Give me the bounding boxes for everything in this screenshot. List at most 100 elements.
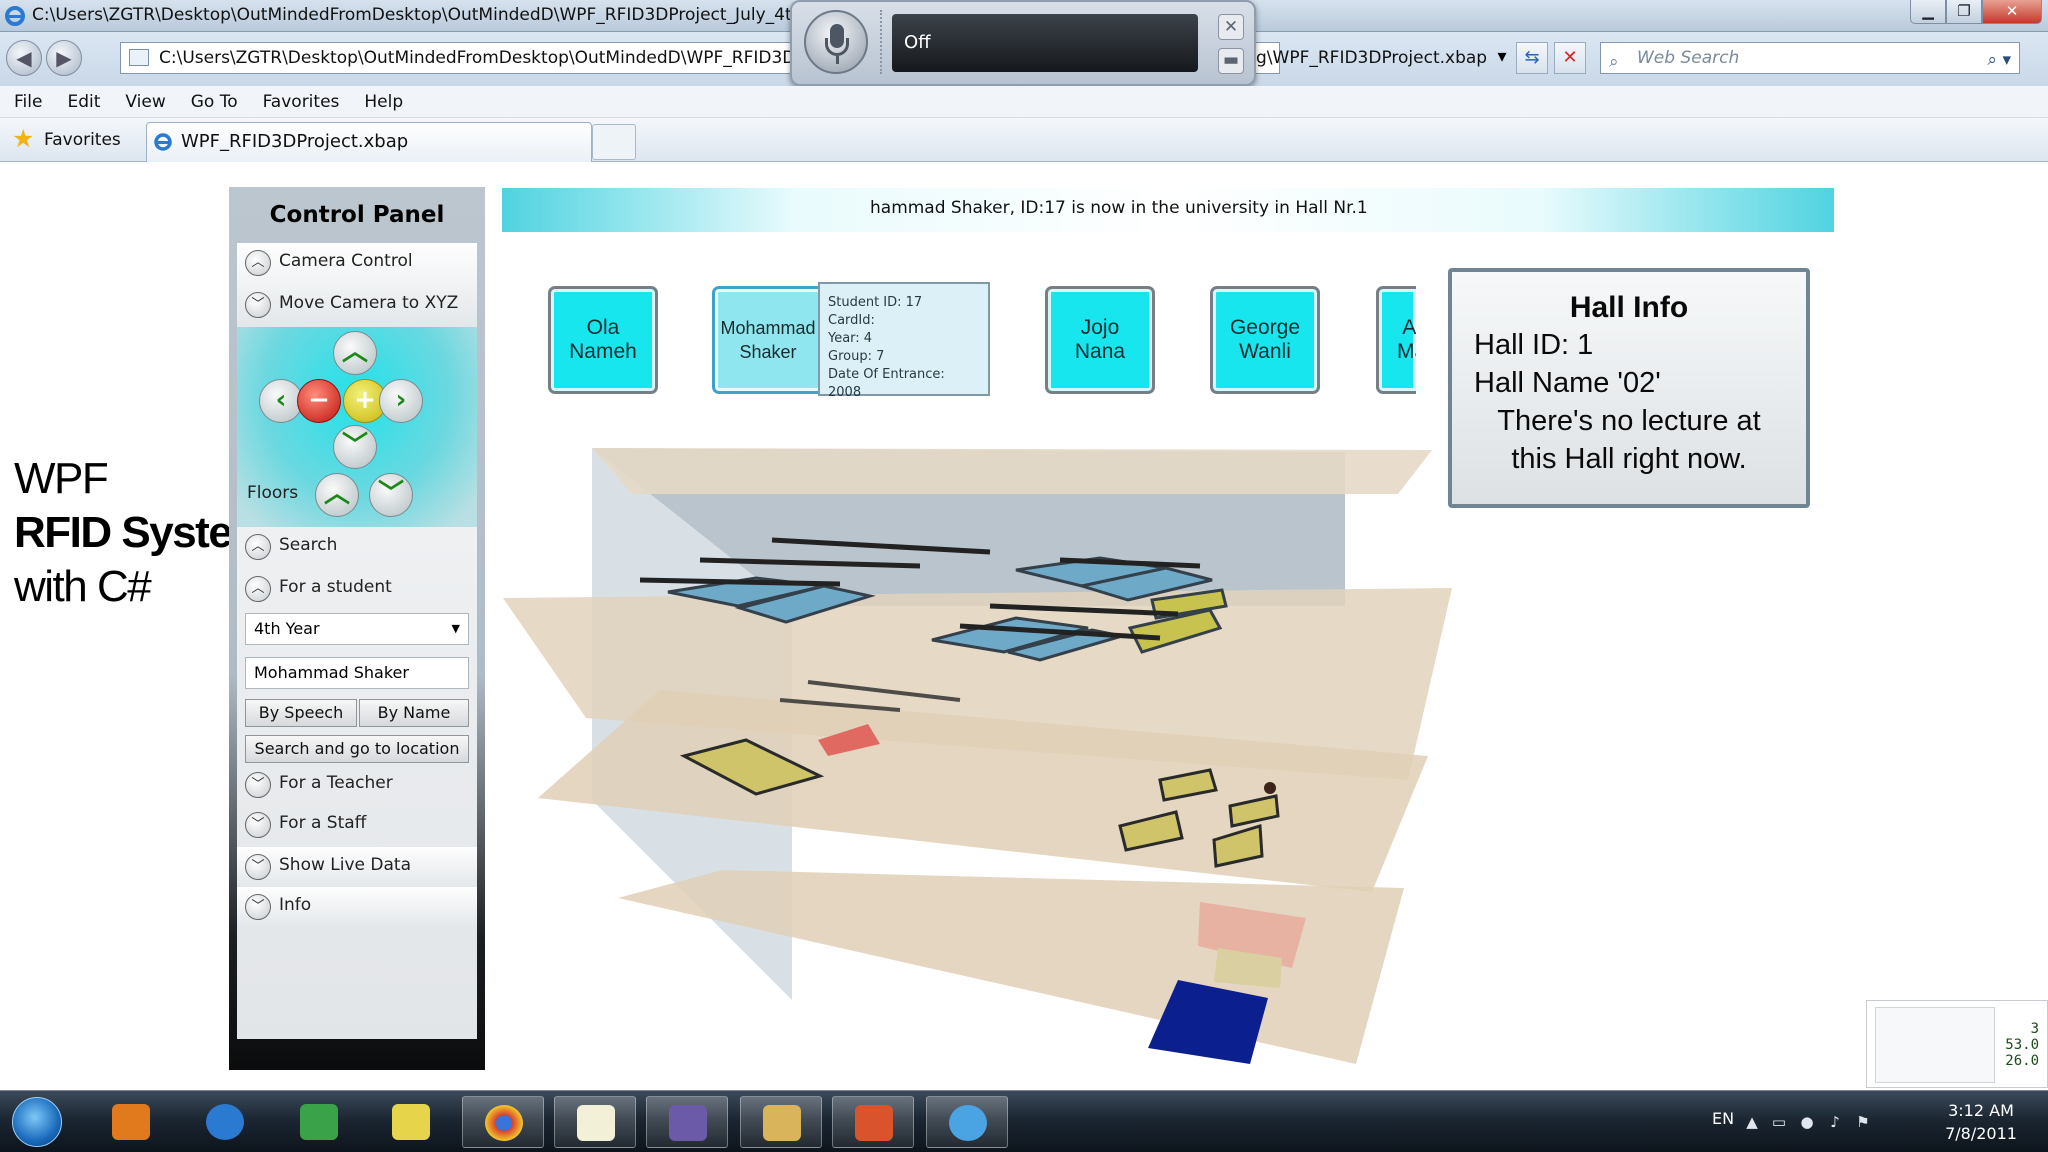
student-card-partial[interactable]: AlMa: [1376, 286, 1416, 394]
volume-icon[interactable]: ♪: [1826, 1113, 1844, 1131]
for-student-label: For a student: [279, 577, 392, 597]
chart-icon: [577, 1105, 615, 1141]
for-staff-label: For a Staff: [279, 813, 367, 833]
hall-message-1: There's no lecture at: [1497, 405, 1761, 437]
action-center-icon[interactable]: ⚑: [1854, 1113, 1872, 1131]
camera-right-button[interactable]: ›: [379, 379, 423, 423]
hall-info-title: Hall Info: [1569, 291, 1689, 324]
chevron-up-icon: ︿: [245, 534, 271, 560]
internet-explorer-taskbar-button[interactable]: [184, 1096, 266, 1148]
floor-1: [618, 870, 1404, 1064]
taskbar: EN ▲ ▭ ● ♪ ⚑ 3:12 AM 7/8/2011: [0, 1090, 2048, 1152]
internet-explorer-icon: [949, 1105, 987, 1141]
explorer-taskbar-button[interactable]: [740, 1096, 822, 1148]
internet-explorer-icon: [206, 1104, 244, 1140]
chevron-down-icon: ﹀: [245, 854, 271, 880]
clock-date: 7/8/2011: [1945, 1124, 2017, 1143]
roof-slab: [592, 448, 1432, 494]
popup-entrance: Date Of Entrance: 2008: [828, 367, 945, 400]
hall-info-panel: Hall Info Hall ID: 1 Hall Name '02' Ther…: [1448, 268, 1810, 508]
year-select[interactable]: 4th Year ▼: [245, 613, 469, 645]
chevron-down-icon: ﹀: [245, 894, 271, 920]
network-icon[interactable]: ▭: [1770, 1113, 1788, 1131]
sticky-notes-taskbar-button[interactable]: [370, 1096, 452, 1148]
language-indicator[interactable]: EN: [1712, 1109, 1734, 1128]
camera-control-header[interactable]: ︿ Camera Control: [237, 243, 477, 281]
student-name-2: Wanli: [1239, 340, 1291, 363]
camera-control-label: Camera Control: [279, 251, 413, 271]
bluetooth-icon[interactable]: ●: [1798, 1113, 1816, 1131]
hall-name: Hall Name '02': [1474, 367, 1661, 399]
hall-id: Hall ID: 1: [1474, 329, 1594, 361]
banner-text: hammad Shaker, ID:17 is now in the unive…: [870, 198, 1368, 218]
info-header[interactable]: ﹀ Info: [237, 887, 477, 925]
media-player-icon: [112, 1104, 150, 1140]
student-name-1: Mohammad: [720, 318, 816, 338]
student-card-george[interactable]: George Wanli: [1210, 286, 1320, 394]
move-camera-header[interactable]: ﹀ Move Camera to XYZ: [237, 285, 477, 323]
student-name-1: Jojo: [1080, 316, 1120, 339]
dropdown-arrow-icon: ▼: [451, 622, 460, 635]
student-name-2: Ma: [1397, 340, 1416, 363]
clock-time: 3:12 AM: [1948, 1101, 2014, 1120]
search-header[interactable]: ︿ Search: [237, 527, 477, 565]
visual-studio-taskbar-button[interactable]: [646, 1096, 728, 1148]
search-go-location-button[interactable]: Search and go to location: [245, 735, 469, 763]
screen: C:\Users\ZGTR\Desktop\OutMindedFromDeskt…: [0, 0, 2048, 1152]
floor-up-button[interactable]: ︿: [315, 473, 359, 517]
student-name-2: Shaker: [739, 342, 797, 362]
student-card-mohammad[interactable]: Mohammad Shaker: [712, 286, 824, 394]
show-live-data-label: Show Live Data: [279, 855, 411, 875]
performance-gadget: 3 53.0 26.0: [1866, 1000, 2048, 1088]
popup-group: Group: 7: [828, 349, 885, 364]
control-panel: Control Panel ︿ Camera Control ﹀ Move Ca…: [229, 187, 485, 1070]
chevron-up-icon: ︿: [245, 576, 271, 602]
show-hidden-icons-icon[interactable]: ▲: [1743, 1113, 1761, 1131]
floor-down-button[interactable]: ﹀: [369, 473, 413, 517]
chevron-down-icon: ﹀: [245, 292, 271, 318]
powerpoint-taskbar-button[interactable]: [832, 1096, 914, 1148]
student-name-input[interactable]: Mohammad Shaker: [245, 657, 469, 689]
student-name-1: Ola: [586, 316, 620, 339]
folder-icon: [763, 1105, 801, 1141]
by-speech-button[interactable]: By Speech: [245, 699, 357, 727]
popup-student-id: Student ID: 17: [828, 295, 923, 310]
student-name-2: Nana: [1074, 340, 1126, 363]
hall-message-2: this Hall right now.: [1511, 443, 1747, 475]
year-select-value: 4th Year: [254, 619, 320, 638]
student-card-ola[interactable]: Ola Nameh: [548, 286, 658, 394]
paint-icon: [300, 1104, 338, 1140]
media-player-taskbar-button[interactable]: [90, 1096, 172, 1148]
student-card-jojo[interactable]: Jojo Nana: [1045, 286, 1155, 394]
search-label: Search: [279, 535, 338, 555]
popup-year: Year: 4: [828, 331, 873, 346]
student-details-popup: Student ID: 17 CardId: Year: 4 Group: 7 …: [818, 282, 990, 400]
for-teacher-header[interactable]: ﹀ For a Teacher: [237, 765, 477, 803]
sigmaplot-taskbar-button[interactable]: [554, 1096, 636, 1148]
student-name-1: George: [1229, 316, 1301, 339]
chevron-down-icon: ﹀: [245, 812, 271, 838]
camera-down-button[interactable]: ﹀: [333, 425, 377, 469]
move-camera-label: Move Camera to XYZ: [279, 293, 459, 313]
ie-app-taskbar-button[interactable]: [926, 1096, 1008, 1148]
perf-value-2: 53.0: [2005, 1037, 2039, 1053]
powerpoint-icon: [855, 1105, 893, 1141]
zoom-out-button[interactable]: −: [297, 379, 341, 423]
perf-value-3: 26.0: [2005, 1053, 2039, 1069]
for-teacher-label: For a Teacher: [279, 773, 393, 793]
visual-studio-icon: [669, 1105, 707, 1141]
camera-up-button[interactable]: ︿: [333, 331, 377, 375]
start-button[interactable]: [12, 1097, 62, 1147]
popup-card-id: CardId:: [828, 313, 875, 328]
for-staff-header[interactable]: ﹀ For a Staff: [237, 805, 477, 843]
chrome-taskbar-button[interactable]: [462, 1096, 544, 1148]
paint-taskbar-button[interactable]: [278, 1096, 360, 1148]
for-student-header[interactable]: ︿ For a student: [237, 569, 477, 607]
student-name-1: Al: [1402, 316, 1416, 339]
show-live-data-header[interactable]: ﹀ Show Live Data: [237, 847, 477, 885]
student-marker[interactable]: [1264, 782, 1276, 794]
sticky-notes-icon: [392, 1104, 430, 1140]
clock[interactable]: 3:12 AM 7/8/2011: [1936, 1099, 2026, 1145]
chevron-up-icon: ︿: [245, 250, 271, 276]
by-name-button[interactable]: By Name: [359, 699, 469, 727]
